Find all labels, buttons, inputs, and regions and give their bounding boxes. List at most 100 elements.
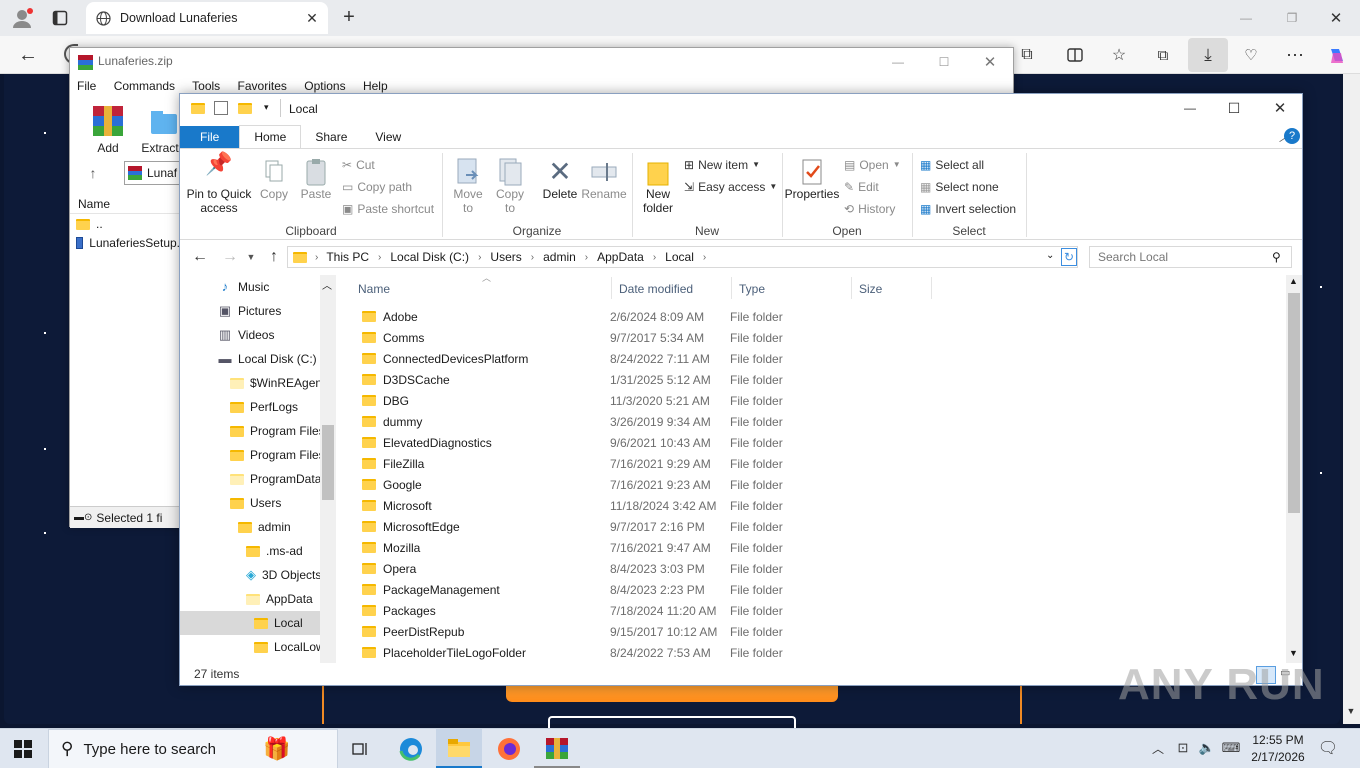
explorer-close-icon[interactable]: ✕	[1270, 98, 1290, 118]
add-button[interactable]: Add	[88, 104, 128, 155]
network-icon[interactable]: ⊡	[1174, 740, 1192, 756]
more-menu-icon[interactable]: ⋯	[1284, 44, 1306, 66]
address-bar[interactable]: › This PC › Local Disk (C:) › Users › ad…	[287, 246, 1078, 268]
tab-file[interactable]: File	[180, 126, 240, 148]
help-icon[interactable]: ?	[1284, 128, 1300, 144]
file-row[interactable]: PackageManagement 8/4/2023 2:23 PM File fo…	[356, 579, 1276, 600]
extract-button[interactable]: Extract	[140, 104, 180, 155]
edit-button[interactable]: ✎ Edit	[844, 176, 901, 198]
winrar-path-field[interactable]: Lunaf	[124, 161, 184, 185]
breadcrumb-admin[interactable]: admin	[543, 250, 576, 264]
pin-quick-access-button[interactable]: 📌 Pin to Quick access	[186, 153, 252, 216]
firefox-icon[interactable]	[486, 729, 532, 768]
notifications-icon[interactable]: 🗨	[1318, 738, 1338, 758]
breadcrumb-local[interactable]: Local	[665, 250, 694, 264]
column-size[interactable]: Size	[859, 282, 882, 296]
tab-home[interactable]: Home	[239, 125, 302, 148]
file-row[interactable]: Microsoft 11/18/2024 3:42 AM File folder	[356, 495, 1276, 516]
breadcrumb-local-disk[interactable]: Local Disk (C:)	[390, 250, 469, 264]
cut-button[interactable]: ✂ Cut	[342, 154, 434, 176]
forward-icon[interactable]: →	[220, 247, 240, 267]
page-scrollbar[interactable]: ▼	[1343, 74, 1360, 724]
file-row[interactable]: Packages 7/18/2024 11:20 AM File folder	[356, 600, 1276, 621]
extensions-icon[interactable]: ⧉	[1016, 44, 1038, 66]
column-name[interactable]: Name	[358, 282, 390, 296]
collections-icon[interactable]: ⧉	[1152, 44, 1174, 66]
file-row[interactable]: MicrosoftEdge 9/7/2017 2:16 PM File folder	[356, 516, 1276, 537]
tree-item[interactable]: ProgramData	[180, 467, 320, 491]
close-tab-icon[interactable]: ✕	[304, 10, 320, 26]
browser-essentials-icon[interactable]: ♡	[1240, 44, 1262, 66]
file-row[interactable]: dummy 3/26/2019 9:34 AM File folder	[356, 411, 1276, 432]
minimize-icon[interactable]: —	[1236, 8, 1256, 28]
select-all-button[interactable]: ▦ Select all	[920, 154, 1016, 176]
close-window-icon[interactable]: ✕	[1326, 8, 1346, 28]
edge-icon[interactable]	[388, 729, 434, 768]
tree-item[interactable]: Program Files	[180, 419, 320, 443]
task-view-icon[interactable]	[338, 729, 384, 768]
breadcrumb-users[interactable]: Users	[490, 250, 521, 264]
language-icon[interactable]: ⌨	[1222, 740, 1241, 756]
file-row[interactable]: Adobe 2/6/2024 8:09 AM File folder	[356, 306, 1276, 327]
plus-icon[interactable]: +	[338, 6, 360, 28]
properties-quick-icon[interactable]	[214, 101, 228, 115]
tree-scroll-up-icon[interactable]: ︿	[322, 277, 332, 292]
copilot-icon[interactable]	[1326, 44, 1348, 66]
history-button[interactable]: ⟲ History	[844, 198, 901, 220]
tab-actions-icon[interactable]	[50, 8, 70, 28]
start-button[interactable]	[0, 729, 46, 768]
file-row[interactable]: ElevatedDiagnostics 9/6/2021 10:43 AM File…	[356, 432, 1276, 453]
open-button[interactable]: ▤ Open ▼	[844, 154, 901, 176]
explorer-minimize-icon[interactable]: —	[1180, 98, 1200, 118]
properties-button[interactable]: Properties	[784, 157, 840, 201]
copy-path-button[interactable]: ▭ Copy path	[342, 176, 434, 198]
tree-item[interactable]: PerfLogs	[180, 395, 320, 419]
split-screen-icon[interactable]	[1064, 44, 1086, 66]
taskbar-search[interactable]: ⚲ Type here to search 🎁	[48, 729, 338, 768]
restore-icon[interactable]: ❐	[1282, 8, 1302, 28]
winrar-maximize-icon[interactable]: ☐	[934, 52, 954, 72]
favorites-icon[interactable]: ☆	[1108, 44, 1130, 66]
new-folder-quick-icon[interactable]	[238, 103, 252, 114]
list-scroll-down-icon[interactable]: ▼	[1289, 648, 1298, 658]
downloads-icon[interactable]: ⤓	[1188, 38, 1228, 72]
list-scroll-thumb[interactable]	[1288, 293, 1300, 513]
paste-shortcut-button[interactable]: ▣ Paste shortcut	[342, 198, 434, 220]
tree-item[interactable]: ▬ Local Disk (C:)	[180, 347, 320, 371]
tree-item[interactable]: ◈ 3D Objects	[180, 563, 320, 587]
recent-locations-icon[interactable]: ▼	[244, 247, 258, 267]
select-none-button[interactable]: ▦ Select none	[920, 176, 1016, 198]
file-row[interactable]: ConnectedDevicesPlatform 8/24/2022 7:11 A…	[356, 348, 1276, 369]
back-arrow-icon[interactable]: ←	[16, 44, 40, 66]
winrar-close-icon[interactable]: ✕	[980, 52, 1000, 72]
customize-quick-access-icon[interactable]: ▾	[264, 102, 269, 113]
new-item-button[interactable]: ⊞ New item ▼	[684, 154, 777, 176]
file-explorer-icon[interactable]	[436, 729, 482, 768]
menu-favorites[interactable]: Favorites	[238, 79, 287, 93]
clock[interactable]: 12:55 PM 2/17/2026	[1246, 732, 1310, 766]
tree-item[interactable]: AppData	[180, 587, 320, 611]
new-folder-button[interactable]: New folder	[638, 157, 678, 215]
tree-item[interactable]: ▥ Videos	[180, 323, 320, 347]
tree-item[interactable]: LocalLow	[180, 635, 320, 659]
browser-tab[interactable]: Download Lunaferies ✕	[86, 2, 328, 34]
delete-button[interactable]: ✕ Delete	[540, 157, 580, 202]
tree-item[interactable]: .ms-ad	[180, 539, 320, 563]
file-row[interactable]: Mozilla 7/16/2021 9:47 AM File folder	[356, 537, 1276, 558]
menu-options[interactable]: Options	[304, 79, 345, 93]
file-row[interactable]: Google 7/16/2021 9:23 AM File folder	[356, 474, 1276, 495]
tree-item[interactable]: ♪ Music	[180, 275, 320, 299]
move-to-button[interactable]: Move to	[450, 157, 486, 215]
tree-item[interactable]: $WinREAgent	[180, 371, 320, 395]
file-row[interactable]: Comms 9/7/2017 5:34 AM File folder	[356, 327, 1276, 348]
explorer-maximize-icon[interactable]: ☐	[1224, 98, 1244, 118]
file-row[interactable]: D3DSCache 1/31/2025 5:12 AM File folder	[356, 369, 1276, 390]
list-scroll-up-icon[interactable]: ▲	[1289, 276, 1298, 286]
up-arrow-icon[interactable]: ↑	[84, 164, 102, 182]
volume-icon[interactable]: 🔈	[1198, 740, 1216, 756]
invert-selection-button[interactable]: ▦ Invert selection	[920, 198, 1016, 220]
winrar-taskbar-icon[interactable]	[534, 729, 580, 768]
tab-view[interactable]: View	[361, 126, 415, 148]
tab-share[interactable]: Share	[301, 126, 361, 148]
easy-access-button[interactable]: ⇲ Easy access ▼	[684, 176, 777, 198]
